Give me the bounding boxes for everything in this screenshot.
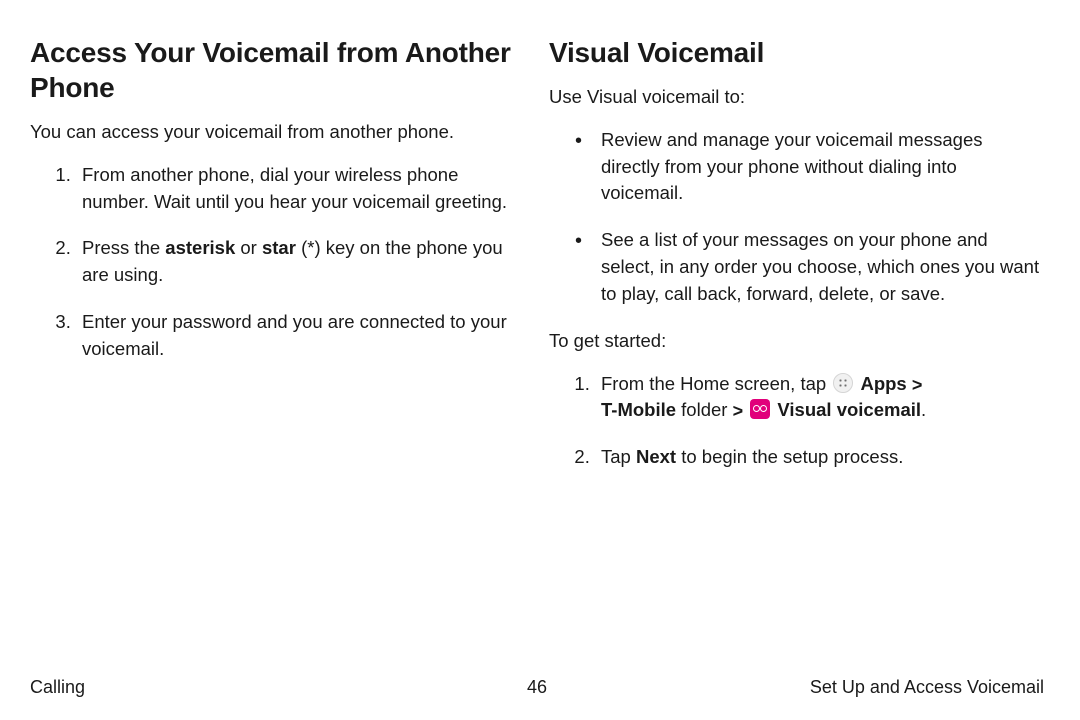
visual-voicemail-icon [750, 399, 770, 419]
list-item: Press the asterisk or star (*) key on th… [76, 235, 525, 289]
chevron-right-icon: > [912, 372, 923, 398]
list-item: Review and manage your voicemail message… [595, 127, 1044, 207]
bold-text: asterisk [165, 237, 235, 258]
right-steps: From the Home screen, tap Apps > T-Mobil… [549, 371, 1044, 471]
bold-text: star [262, 237, 296, 258]
text: . [921, 399, 926, 420]
right-column: Visual Voicemail Use Visual voicemail to… [549, 35, 1044, 491]
list-item: From the Home screen, tap Apps > T-Mobil… [595, 371, 1044, 425]
bold-text: Apps [860, 373, 906, 394]
left-column: Access Your Voicemail from Another Phone… [30, 35, 525, 491]
chevron-right-icon: > [733, 398, 744, 424]
right-intro: Use Visual voicemail to: [549, 84, 1044, 111]
text: folder [676, 399, 733, 420]
footer-right: Set Up and Access Voicemail [810, 677, 1044, 698]
left-steps: From another phone, dial your wireless p… [30, 162, 525, 363]
list-item: From another phone, dial your wireless p… [76, 162, 525, 216]
bold-text: Next [636, 446, 676, 467]
text: From the Home screen, tap [601, 373, 831, 394]
right-start: To get started: [549, 328, 1044, 355]
list-item: See a list of your messages on your phon… [595, 227, 1044, 307]
apps-icon [833, 373, 853, 393]
list-item: Enter your password and you are connecte… [76, 309, 525, 363]
text: to begin the setup process. [676, 446, 903, 467]
bold-text: T-Mobile [601, 399, 676, 420]
footer-left: Calling [30, 677, 85, 698]
content-columns: Access Your Voicemail from Another Phone… [30, 35, 1044, 491]
page-footer: Calling 46 Set Up and Access Voicemail [30, 677, 1044, 698]
left-intro: You can access your voicemail from anoth… [30, 119, 525, 146]
right-heading: Visual Voicemail [549, 35, 1044, 70]
right-bullets: Review and manage your voicemail message… [549, 127, 1044, 308]
bold-text: Visual voicemail [777, 399, 921, 420]
text: Tap [601, 446, 636, 467]
text: Press the [82, 237, 165, 258]
page-number: 46 [527, 677, 547, 698]
list-item: Tap Next to begin the setup process. [595, 444, 1044, 471]
left-heading: Access Your Voicemail from Another Phone [30, 35, 525, 105]
text: or [235, 237, 262, 258]
